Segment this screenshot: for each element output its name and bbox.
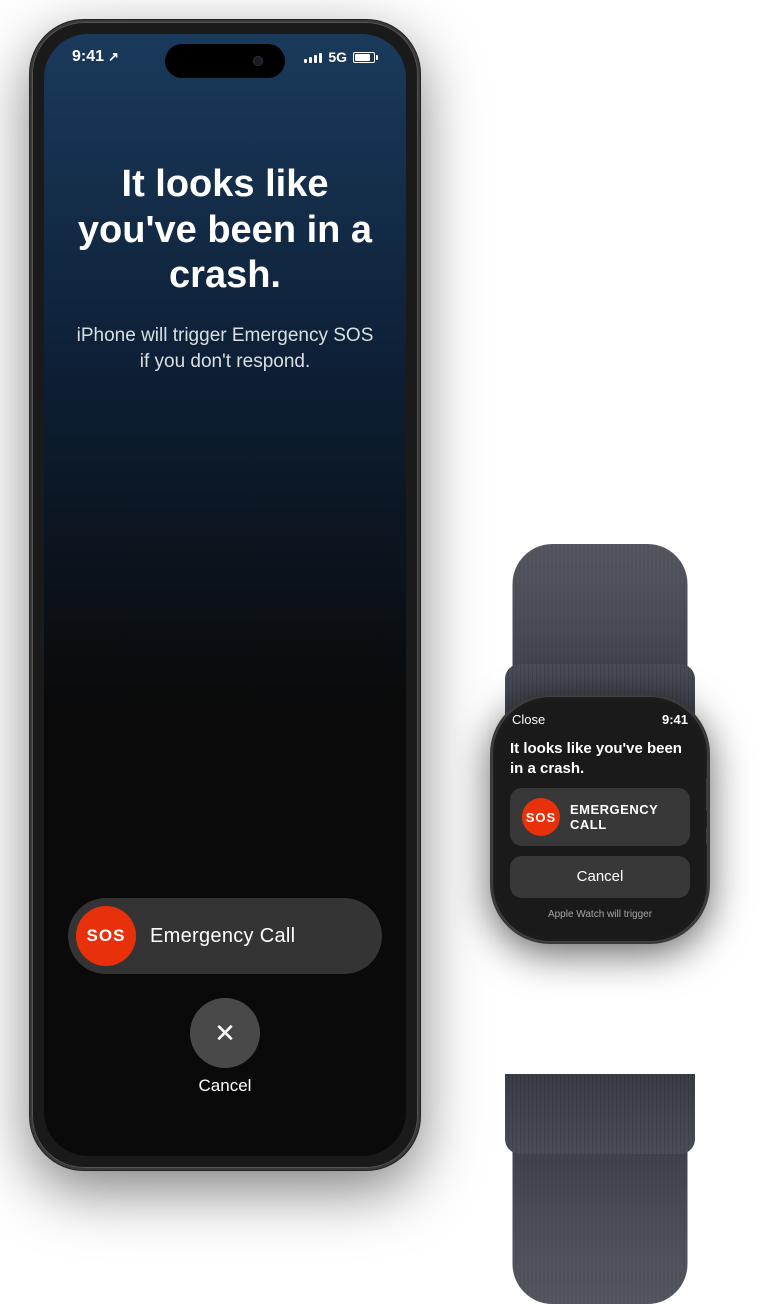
sos-emergency-slider[interactable]: SOS Emergency Call (68, 898, 382, 974)
watch-side-button[interactable] (706, 826, 710, 846)
status-time: 9:41 ↗ (72, 48, 119, 66)
watch-sos-circle: SOS (522, 798, 560, 836)
iphone-screen: 9:41 ↗ 5G (44, 34, 406, 1156)
watch-crown[interactable] (706, 776, 710, 812)
watch-trigger-text: Apple Watch will trigger (510, 908, 690, 921)
watch-cancel-button[interactable]: Cancel (510, 856, 690, 898)
watch-close-button[interactable]: Close (512, 712, 545, 727)
watch-body: Close 9:41 It looks like you've been in … (490, 694, 710, 944)
iphone-bottom-section: SOS Emergency Call ✕ Cancel (56, 898, 394, 1096)
watch-time: 9:41 (662, 712, 688, 727)
watch-content: It looks like you've been in a crash. SO… (496, 733, 704, 938)
location-arrow-icon: ↗ (108, 49, 119, 65)
dynamic-island (165, 44, 285, 78)
watch-emergency-line2: CALL (570, 817, 658, 832)
sos-label: SOS (87, 926, 126, 946)
front-camera (253, 56, 263, 66)
cancel-x-icon: ✕ (214, 1020, 236, 1046)
cancel-label: Cancel (199, 1076, 252, 1096)
watch-crash-title: It looks like you've been in a crash. (510, 739, 690, 778)
network-type: 5G (328, 49, 347, 65)
watch-sos-button[interactable]: SOS EMERGENCY CALL (510, 788, 690, 846)
apple-watch-device: Close 9:41 It looks like you've been in … (450, 664, 750, 1154)
signal-bars-icon (304, 51, 322, 63)
crash-title: It looks like you've been in a crash. (74, 162, 376, 299)
watch-screen: Close 9:41 It looks like you've been in … (496, 700, 704, 938)
cancel-button[interactable]: ✕ (190, 998, 260, 1068)
watch-band-bottom (505, 1074, 695, 1154)
watch-emergency-call-text: EMERGENCY CALL (570, 802, 658, 832)
emergency-call-label: Emergency Call (150, 925, 295, 948)
watch-cancel-label: Cancel (577, 868, 624, 885)
iphone-device: 9:41 ↗ 5G (30, 20, 420, 1170)
battery-icon (353, 52, 378, 63)
watch-sos-label: SOS (526, 810, 556, 825)
cancel-button-wrap: ✕ Cancel (190, 998, 260, 1096)
status-right-icons: 5G (304, 49, 378, 65)
sos-circle-button[interactable]: SOS (76, 906, 136, 966)
crash-subtitle: iPhone will trigger Emergency SOS if you… (74, 323, 376, 376)
time-display: 9:41 (72, 48, 104, 66)
watch-emergency-line1: EMERGENCY (570, 802, 658, 817)
watch-status-bar: Close 9:41 (496, 700, 704, 733)
scene: 9:41 ↗ 5G (0, 0, 770, 1204)
